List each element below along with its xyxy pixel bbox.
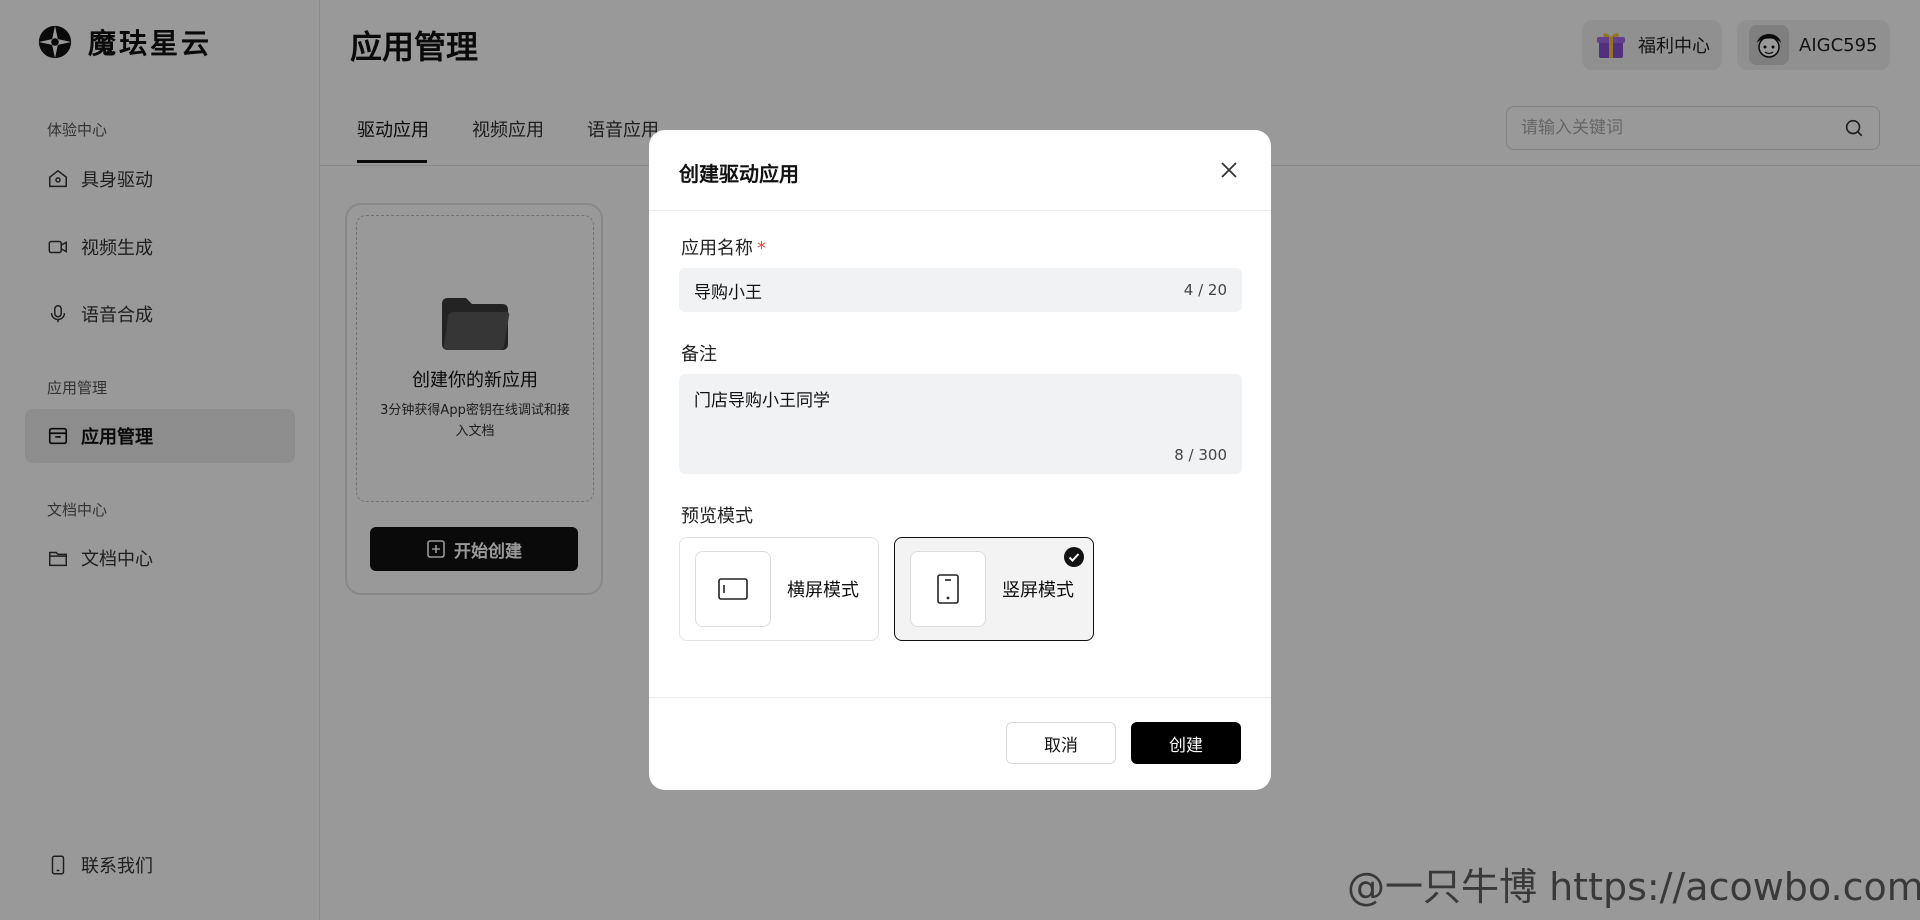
- cancel-button[interactable]: 取消: [1006, 722, 1116, 764]
- landscape-icon-box: [695, 551, 771, 627]
- portrait-icon-box: [910, 551, 986, 627]
- watermark: @一只牛博 https://acowbo.com: [1347, 865, 1920, 909]
- portrait-mode-label: 竖屏模式: [1002, 580, 1074, 601]
- dialog-footer: 取消 创建: [649, 697, 1271, 790]
- landscape-mode-label: 横屏模式: [787, 580, 859, 601]
- dialog-title: 创建驱动应用: [679, 162, 799, 186]
- preview-mode-label: 预览模式: [681, 506, 753, 527]
- dialog-header: 创建驱动应用: [649, 130, 1271, 211]
- required-mark: *: [757, 238, 766, 259]
- note-textarea[interactable]: 门店导购小王同学: [694, 386, 1224, 436]
- check-circle-icon: [1064, 547, 1084, 567]
- note-field: 门店导购小王同学 8 / 300: [679, 374, 1242, 474]
- create-drive-app-dialog: 创建驱动应用 应用名称* 4 / 20 备注 门店导购小王同学 8 / 300 …: [649, 130, 1271, 790]
- app-name-counter: 4 / 20: [1183, 281, 1227, 299]
- close-icon[interactable]: [1217, 158, 1241, 182]
- portrait-icon: [937, 574, 959, 604]
- note-label: 备注: [681, 344, 717, 365]
- note-counter: 8 / 300: [1174, 446, 1227, 464]
- portrait-mode-option[interactable]: 竖屏模式: [894, 537, 1094, 641]
- create-button[interactable]: 创建: [1131, 722, 1241, 764]
- app-name-label: 应用名称 *: [681, 234, 766, 260]
- landscape-icon: [718, 578, 748, 600]
- landscape-mode-option[interactable]: 横屏模式: [679, 537, 879, 641]
- app-name-input[interactable]: [694, 280, 1184, 300]
- app-name-field: 4 / 20: [679, 268, 1242, 312]
- app-name-label-text: 应用名称: [681, 238, 753, 259]
